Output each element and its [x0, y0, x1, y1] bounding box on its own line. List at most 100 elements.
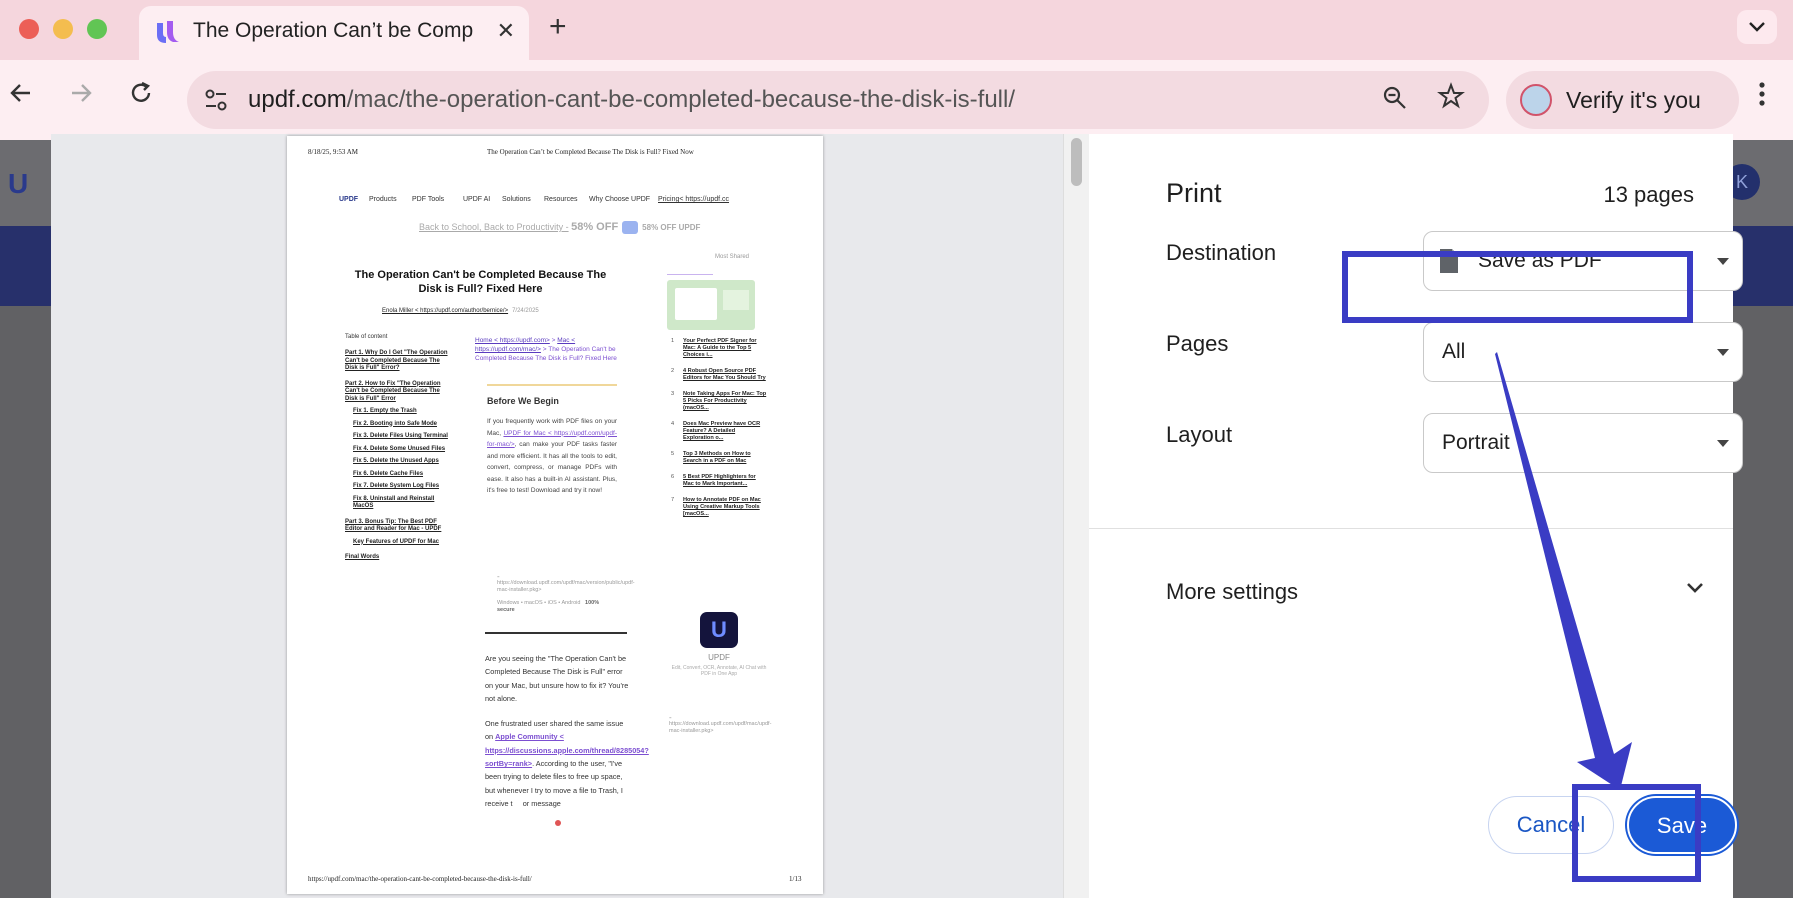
most-shared-number: 6: [671, 474, 675, 480]
most-shared-title: Your Perfect PDF Signer for Mac: A Guide…: [683, 338, 757, 358]
tab-title: The Operation Can’t be Comp: [193, 19, 474, 42]
page-count: 13 pages: [1603, 182, 1694, 207]
updf-app-icon: U: [700, 612, 738, 648]
cancel-button[interactable]: Cancel: [1488, 796, 1614, 854]
download-os: Windows • macOS • iOS • Android: [497, 600, 581, 606]
toc-item[interactable]: Fix 7. Delete System Log Files: [353, 483, 453, 491]
updf-card-name: UPDF: [708, 653, 730, 662]
verify-profile-button[interactable]: Verify it's you: [1506, 71, 1739, 129]
minimize-window-button[interactable]: [53, 19, 73, 39]
layout-value: Portrait: [1442, 431, 1510, 454]
toc-item[interactable]: Fix 3. Delete Files Using Terminal: [353, 433, 453, 441]
site-settings-icon[interactable]: [203, 87, 229, 113]
url-text[interactable]: updf.com/mac/the-operation-cant-be-compl…: [248, 86, 1015, 114]
toc-item[interactable]: Part 1. Why Do I Get "The Operation Can'…: [345, 350, 453, 373]
zoom-icon[interactable]: [1382, 85, 1408, 118]
most-shared-thumbnail: [667, 280, 755, 330]
document-icon: [1440, 249, 1458, 273]
most-shared-item[interactable]: 7 How to Annotate PDF on Mac Using Creati…: [671, 497, 767, 518]
body-paragraph-1: Are you seeing the "The Operation Can't …: [485, 654, 629, 703]
print-dialog: 8/18/25, 9:53 AM The Operation Can’t be …: [51, 134, 1743, 898]
reload-button[interactable]: [128, 80, 154, 113]
pages-select[interactable]: All: [1423, 322, 1743, 382]
layout-select[interactable]: Portrait: [1423, 413, 1743, 473]
breadcrumb-home: Home < https://updf.com>: [475, 337, 550, 344]
toc-item[interactable]: Part 3. Bonus Tip: The Best PDF Editor a…: [345, 519, 453, 534]
breadcrumb: Home < https://updf.com> > Mac < https:/…: [475, 336, 641, 363]
most-shared-item[interactable]: 2 4 Robust Open Source PDF Editors for Ma…: [671, 368, 767, 382]
site-nav-item: Resources: [544, 196, 578, 203]
page-footer-number: 1/13: [789, 875, 802, 883]
most-shared-number: 1: [671, 338, 675, 344]
site-nav-pricing: Pricing< https://updf.cc: [658, 196, 730, 203]
most-shared-number: 5: [671, 451, 675, 457]
download-link: https://download.updf.com/updf/mac/versi…: [497, 580, 635, 593]
section-divider: [485, 632, 627, 634]
toc-item[interactable]: Key Features of UPDF for Mac: [353, 539, 453, 547]
kebab-icon[interactable]: [1757, 80, 1767, 115]
address-bar[interactable]: updf.com/mac/the-operation-cant-be-compl…: [187, 71, 1489, 129]
forward-button[interactable]: [68, 80, 94, 113]
toc-item[interactable]: Fix 6. Delete Cache Files: [353, 471, 453, 479]
back-button[interactable]: [8, 80, 34, 113]
most-shared-number: 7: [671, 497, 675, 503]
scrollbar-thumb[interactable]: [1071, 138, 1082, 186]
most-shared-title: Note Taking Apps For Mac: Top 5 Picks Fo…: [683, 391, 767, 411]
most-shared-label: Most Shared: [715, 254, 750, 260]
updf-card-download: - https://download.updf.com/updf/mac/updf…: [669, 713, 772, 735]
page-logo-dimmed: U: [8, 168, 29, 199]
toc-item[interactable]: Final Words: [345, 554, 453, 562]
toc-item[interactable]: Part 2. How to Fix "The Operation Can't …: [345, 381, 453, 404]
site-logo: UPDF: [339, 196, 359, 203]
most-shared-item[interactable]: 4 Does Mac Preview have OCR Feature? A De…: [671, 421, 767, 442]
toc-item[interactable]: Fix 4. Delete Some Unused Files: [353, 446, 453, 454]
arrow-left-icon: [10, 84, 30, 102]
chevron-down-icon[interactable]: [1683, 576, 1707, 600]
toc-item[interactable]: Fix 2. Booting into Safe Mode: [353, 421, 453, 429]
updf-favicon-icon: [157, 21, 179, 43]
preview-page: 8/18/25, 9:53 AM The Operation Can’t be …: [287, 136, 823, 894]
toc-item[interactable]: Fix 1. Empty the Trash: [353, 408, 453, 416]
updf-card-link: https://download.updf.com/updf/mac/updf-…: [669, 721, 772, 734]
site-nav-item: UPDF AI: [463, 196, 491, 203]
before-text-2: , can make your PDF tasks faster and mor…: [487, 441, 617, 494]
settings-divider: [1089, 528, 1733, 529]
most-shared-item[interactable]: 1 Your Perfect PDF Signer for Mac: A Guid…: [671, 338, 767, 359]
toc-item[interactable]: Fix 8. Uninstall and Reinstall MacOS: [353, 496, 453, 511]
toc-list: Part 1. Why Do I Get "The Operation Can'…: [345, 350, 453, 562]
most-shared-number: 2: [671, 368, 675, 374]
active-tab[interactable]: The Operation Can’t be Comp ✕: [139, 6, 529, 60]
most-shared-title: 4 Robust Open Source PDF Editors for Mac…: [683, 368, 766, 381]
page-footer-url: https://updf.com/mac/the-operation-cant-…: [308, 875, 532, 883]
print-preview-area[interactable]: 8/18/25, 9:53 AM The Operation Can’t be …: [51, 134, 1063, 898]
download-box: - https://download.updf.com/updf/mac/ver…: [497, 572, 635, 614]
most-shared-item[interactable]: 6 5 Best PDF Highlighters for Mac to Mark…: [671, 474, 767, 488]
body-p2-c: or message: [522, 798, 561, 808]
star-icon[interactable]: [1437, 82, 1465, 117]
site-nav: UPDF Products PDF Tools UPDF AI Solution…: [339, 196, 779, 208]
close-window-button[interactable]: [19, 19, 39, 39]
print-title: Print: [1166, 178, 1222, 208]
tab-search-button[interactable]: [1737, 10, 1777, 44]
reload-icon: [131, 81, 151, 102]
close-icon[interactable]: ✕: [497, 18, 515, 44]
toc-item[interactable]: Fix 5. Delete the Unused Apps: [353, 458, 453, 466]
most-shared-item[interactable]: 5 Top 3 Methods on How to Search in a PDF…: [671, 451, 767, 465]
site-nav-item: Why Choose UPDF: [589, 196, 651, 203]
preview-scrollbar[interactable]: [1063, 134, 1089, 898]
promo-text: Back to School, Back to Productivity -: [419, 222, 569, 232]
verify-label: Verify it's you: [1566, 87, 1701, 113]
article-author: Enola Miller < https://updf.com/author/b…: [382, 308, 539, 314]
save-button[interactable]: Save: [1627, 796, 1737, 854]
url-host: updf.com: [248, 86, 347, 113]
updf-promo-card: U UPDF Edit, Convert, OCR, Annotate, AI …: [671, 612, 767, 677]
destination-select[interactable]: Save as PDF: [1423, 231, 1743, 291]
profile-avatar: [1520, 84, 1552, 116]
zoom-window-button[interactable]: [87, 19, 107, 39]
new-tab-button[interactable]: +: [549, 10, 567, 44]
more-settings-toggle[interactable]: More settings: [1166, 579, 1298, 605]
promo-badge: [622, 221, 639, 235]
most-shared-item[interactable]: 3 Note Taking Apps For Mac: Top 5 Picks F…: [671, 391, 767, 412]
before-heading: Before We Begin: [487, 396, 559, 406]
most-shared-number: 3: [671, 391, 675, 397]
